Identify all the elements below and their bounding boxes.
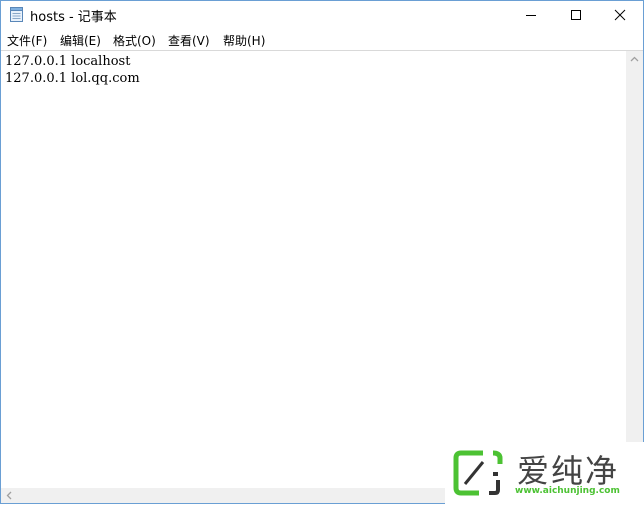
menu-view[interactable]: 查看(V) [168, 32, 210, 49]
window-title: hosts - 记事本 [30, 10, 117, 25]
maximize-button[interactable] [553, 1, 599, 29]
text-line: 127.0.0.1 localhost [5, 54, 131, 69]
menu-file[interactable]: 文件(F) [7, 32, 47, 49]
title-bar[interactable]: hosts - 记事本 [1, 1, 643, 29]
menu-bar: 文件(F) 编辑(E) 格式(O) 查看(V) 帮助(H) [1, 29, 643, 51]
menu-format[interactable]: 格式(O) [113, 32, 156, 49]
watermark-url: www.aichunjing.com [515, 486, 620, 496]
vertical-scrollbar[interactable] [626, 51, 643, 488]
notepad-window: hosts - 记事本 文件(F) 编辑(E) 格式(O) 查看(V) 帮助(H… [0, 0, 644, 504]
watermark: 爱纯净 www.aichunjing.com [445, 442, 644, 504]
text-line: 127.0.0.1 lol.qq.com [5, 71, 140, 86]
menu-edit[interactable]: 编辑(E) [60, 32, 101, 49]
close-icon [614, 9, 626, 21]
menu-help[interactable]: 帮助(H) [223, 32, 265, 49]
minimize-icon [526, 15, 536, 16]
minimize-button[interactable] [508, 1, 554, 29]
maximize-icon [571, 10, 581, 20]
aichunjing-logo-icon [453, 450, 503, 496]
close-button[interactable] [597, 1, 643, 29]
scroll-left-icon[interactable] [1, 488, 18, 503]
text-editor[interactable]: 127.0.0.1 localhost 127.0.0.1 lol.qq.com [1, 51, 626, 488]
scroll-up-icon[interactable] [626, 51, 643, 68]
notepad-icon [10, 7, 23, 22]
